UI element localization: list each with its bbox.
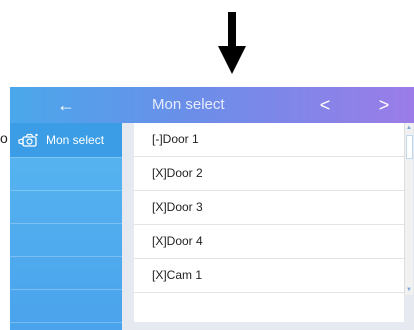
scrollbar[interactable]: ▲ ▼ bbox=[404, 123, 413, 295]
back-button[interactable]: ← bbox=[50, 87, 82, 123]
sidebar: Mon select bbox=[10, 123, 122, 330]
monitor-list: [-]Door 1 [X]Door 2 [X]Door 3 [X]Door 4 … bbox=[134, 123, 404, 322]
list-item[interactable]: [-]Door 1 bbox=[134, 123, 404, 157]
edge-text: o bbox=[0, 130, 8, 146]
scroll-thumb[interactable] bbox=[406, 135, 413, 159]
monitor-select-screen: ← Mon select < > Mon select [-]Door 1 [X… bbox=[10, 87, 414, 330]
sidebar-divider bbox=[10, 289, 122, 290]
content-area: [-]Door 1 [X]Door 2 [X]Door 3 [X]Door 4 … bbox=[122, 123, 414, 330]
page-title: Mon select bbox=[152, 96, 225, 113]
list-item[interactable]: [X]Door 2 bbox=[134, 157, 404, 191]
sidebar-item-mon-select[interactable]: Mon select bbox=[10, 123, 122, 158]
scroll-up-icon[interactable]: ▲ bbox=[406, 124, 412, 132]
sidebar-divider bbox=[10, 322, 122, 323]
arrow-head bbox=[218, 46, 246, 74]
scroll-down-icon[interactable]: ▼ bbox=[406, 286, 412, 294]
sidebar-divider bbox=[10, 223, 122, 224]
list-item[interactable]: [X]Door 3 bbox=[134, 191, 404, 225]
list-item[interactable]: [X]Cam 1 bbox=[134, 259, 404, 293]
top-bar: ← Mon select < > bbox=[10, 87, 414, 123]
next-page-button[interactable]: > bbox=[372, 87, 396, 123]
sidebar-divider bbox=[10, 256, 122, 257]
sidebar-divider bbox=[10, 190, 122, 191]
sidebar-item-label: Mon select bbox=[46, 133, 105, 147]
down-arrow-indicator bbox=[218, 12, 246, 74]
prev-page-button[interactable]: < bbox=[313, 87, 337, 123]
arrow-shaft bbox=[228, 12, 236, 48]
camera-icon bbox=[18, 133, 38, 147]
list-item[interactable]: [X]Door 4 bbox=[134, 225, 404, 259]
